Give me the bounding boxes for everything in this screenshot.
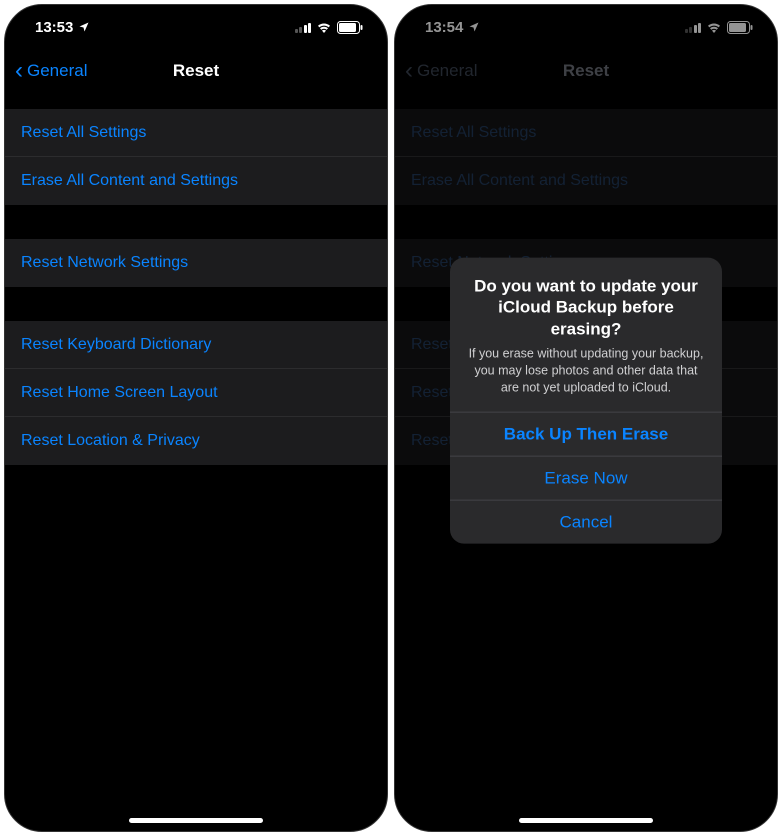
settings-group: Reset Keyboard Dictionary Reset Home Scr… [5, 321, 387, 465]
content: Reset All Settings Erase All Content and… [5, 93, 387, 465]
status-left: 13:54 [425, 19, 480, 36]
erase-all-content: Erase All Content and Settings [395, 157, 777, 205]
cancel-button[interactable]: Cancel [450, 500, 722, 544]
reset-location-privacy[interactable]: Reset Location & Privacy [5, 417, 387, 465]
cellular-icon [295, 22, 312, 33]
chevron-left-icon: ‹ [15, 59, 23, 83]
alert-body: Do you want to update your iCloud Backup… [450, 258, 722, 412]
settings-group: Reset Network Settings [5, 239, 387, 287]
nav-title: Reset [563, 61, 609, 81]
home-indicator[interactable] [129, 818, 263, 823]
back-label: General [417, 61, 477, 81]
back-label: General [27, 61, 87, 81]
settings-group: Reset All Settings Erase All Content and… [395, 109, 777, 205]
reset-all-settings: Reset All Settings [395, 109, 777, 157]
cellular-icon [685, 22, 702, 33]
wifi-icon [316, 21, 332, 33]
reset-all-settings[interactable]: Reset All Settings [5, 109, 387, 157]
status-right [685, 21, 754, 34]
status-right [295, 21, 364, 34]
backup-alert: Do you want to update your iCloud Backup… [450, 258, 722, 544]
status-left: 13:53 [35, 19, 90, 36]
backup-then-erase-button[interactable]: Back Up Then Erase [450, 412, 722, 456]
battery-icon [727, 21, 753, 34]
settings-group: Reset All Settings Erase All Content and… [5, 109, 387, 205]
alert-title: Do you want to update your iCloud Backup… [466, 276, 706, 340]
nav-bar: ‹ General Reset [5, 49, 387, 93]
wifi-icon [706, 21, 722, 33]
erase-now-button[interactable]: Erase Now [450, 456, 722, 500]
reset-network-settings[interactable]: Reset Network Settings [5, 239, 387, 287]
battery-icon [337, 21, 363, 34]
status-time: 13:53 [35, 19, 73, 36]
chevron-left-icon: ‹ [405, 59, 413, 83]
back-button[interactable]: ‹ General [15, 59, 87, 83]
alert-message: If you erase without updating your backu… [466, 345, 706, 396]
reset-home-screen-layout[interactable]: Reset Home Screen Layout [5, 369, 387, 417]
back-button: ‹ General [405, 59, 477, 83]
location-icon [78, 21, 90, 33]
status-bar: 13:53 [5, 5, 387, 49]
nav-bar: ‹ General Reset [395, 49, 777, 93]
nav-title: Reset [173, 61, 219, 81]
phone-left: 13:53 ‹ General Reset Reset All Settings… [4, 4, 388, 832]
status-time: 13:54 [425, 19, 463, 36]
erase-all-content[interactable]: Erase All Content and Settings [5, 157, 387, 205]
phone-right: 13:54 ‹ General Reset Reset All Settings… [394, 4, 778, 832]
location-icon [468, 21, 480, 33]
home-indicator[interactable] [519, 818, 653, 823]
status-bar: 13:54 [395, 5, 777, 49]
reset-keyboard-dictionary[interactable]: Reset Keyboard Dictionary [5, 321, 387, 369]
